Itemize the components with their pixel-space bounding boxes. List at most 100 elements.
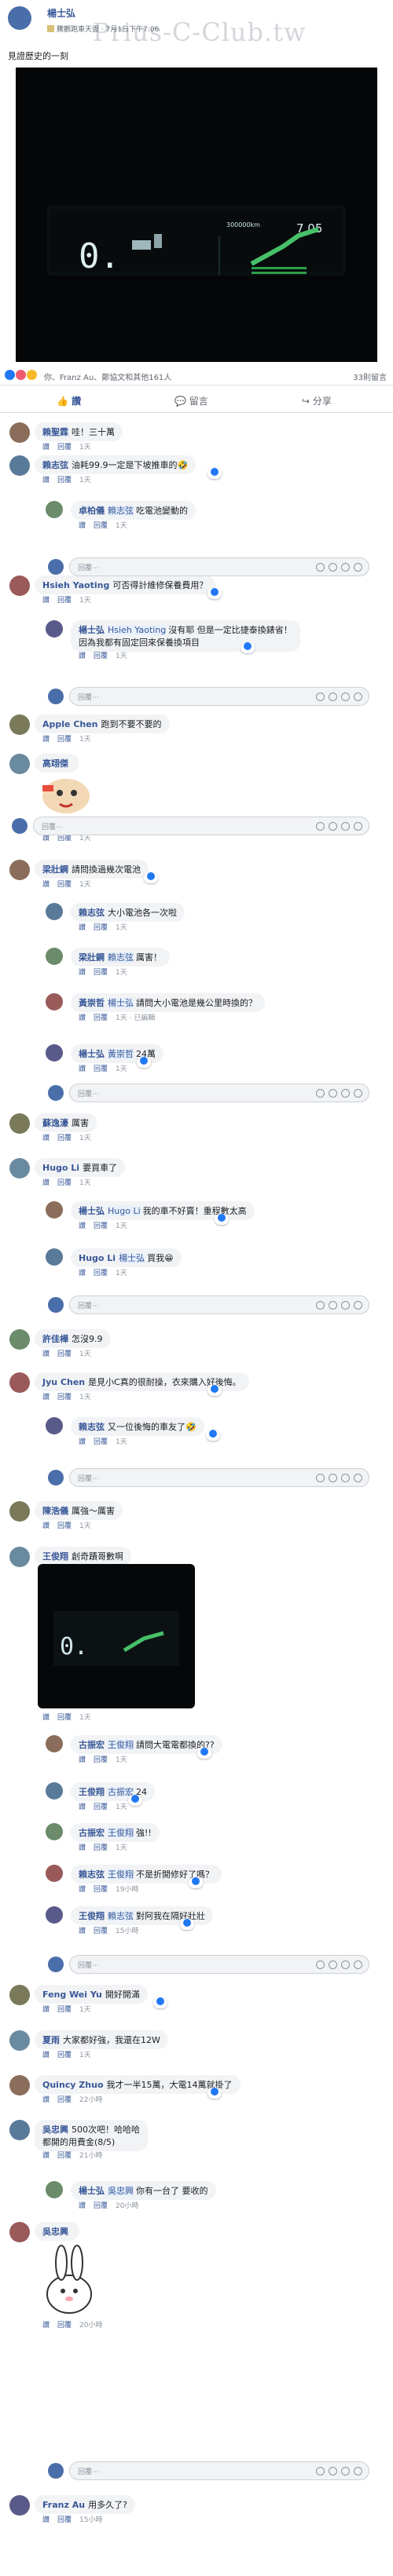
comment-reply-link[interactable]: 回覆 — [57, 1714, 72, 1722]
comment-reply-link[interactable]: 回覆 — [57, 1522, 72, 1530]
like-reaction-icon[interactable] — [5, 370, 15, 380]
post-group[interactable]: 騰觀跑車天雲 — [57, 26, 99, 34]
author-avatar[interactable] — [8, 6, 31, 30]
commenter-avatar[interactable] — [46, 501, 63, 518]
comment-reply-link[interactable]: 回覆 — [57, 1179, 72, 1187]
emoji-icon[interactable] — [354, 2467, 362, 2476]
comment-author[interactable]: Hugo Li — [42, 1163, 79, 1173]
comment-time[interactable]: 1天 — [116, 1222, 127, 1230]
commenter-avatar[interactable] — [9, 2495, 30, 2516]
comment-author[interactable]: Hsieh Yaoting — [42, 580, 109, 590]
commenter-avatar[interactable] — [46, 1906, 63, 1924]
comment-reply-link[interactable]: 回覆 — [94, 924, 108, 932]
reply-input[interactable]: 回覆⋯ — [48, 1955, 369, 1974]
comment-author[interactable]: 古振宏 — [79, 1828, 105, 1838]
commenter-avatar[interactable] — [9, 2075, 30, 2096]
comment-time[interactable]: 1天 — [79, 1394, 91, 1401]
comment-like-link[interactable]: 讚 — [79, 1886, 86, 1894]
comment-author[interactable]: 夏雨 — [42, 2035, 60, 2045]
comment-reply-link[interactable]: 回覆 — [94, 652, 108, 660]
comment-author[interactable]: 黃崇哲 — [79, 998, 105, 1008]
comment-reply-link[interactable]: 回覆 — [94, 1927, 108, 1935]
comment-author[interactable]: 賴志弦 — [79, 1422, 105, 1432]
commenter-avatar[interactable] — [9, 1158, 30, 1178]
comment-time[interactable]: 1天 — [116, 1844, 127, 1852]
comment-like-link[interactable]: 讚 — [79, 1803, 86, 1811]
comment-reply-link[interactable]: 回覆 — [57, 2152, 72, 2160]
comment-time[interactable]: 1天 — [79, 835, 91, 842]
reply-input[interactable]: 回覆⋯ — [48, 1295, 369, 1314]
gif-icon[interactable] — [329, 1960, 337, 1969]
comment-time[interactable]: 1天 — [79, 477, 91, 484]
reply-input[interactable]: 回覆⋯ — [48, 1468, 369, 1487]
love-reaction-icon[interactable] — [16, 370, 26, 380]
commenter-avatar[interactable] — [9, 754, 30, 774]
comment-like-link[interactable]: 讚 — [42, 2322, 50, 2329]
commenter-avatar[interactable] — [9, 2030, 30, 2051]
camera-icon[interactable] — [341, 563, 350, 572]
comment-time[interactable]: 1天 — [79, 597, 91, 605]
sticker-image[interactable] — [38, 771, 94, 821]
commenter-avatar[interactable] — [9, 1372, 30, 1393]
comment-time[interactable]: 21小時 — [79, 2152, 102, 2160]
commenter-avatar[interactable] — [46, 1201, 63, 1219]
post-photo[interactable]: 0. 300000km 7.05 — [16, 68, 377, 362]
comment-author[interactable]: 梁壯鋼 — [79, 952, 105, 963]
comment-reply-link[interactable]: 回覆 — [57, 1135, 72, 1142]
reaction-badge[interactable] — [144, 872, 158, 883]
comment-author[interactable]: 陳浩儀 — [42, 1506, 68, 1516]
comment-time[interactable]: 1天 — [79, 1179, 91, 1187]
comment-author[interactable]: 吳忠興 — [42, 2227, 68, 2237]
mention-tag[interactable]: 賴志弦 — [108, 506, 134, 516]
mention-tag[interactable]: 黃崇哲 — [108, 1049, 134, 1059]
reaction-badge[interactable] — [180, 1919, 194, 1930]
commenter-avatar[interactable] — [46, 1044, 63, 1061]
reaction-badge[interactable] — [215, 1214, 229, 1225]
comment-author[interactable]: Apple Chen — [42, 719, 98, 729]
comment-author[interactable]: Quincy Zhuo — [42, 2080, 104, 2090]
comment-time[interactable]: 1天 — [79, 444, 91, 451]
comment-like-link[interactable]: 讚 — [42, 1350, 50, 1358]
comment-reply-link[interactable]: 回覆 — [57, 835, 72, 842]
comment-like-link[interactable]: 讚 — [42, 736, 50, 744]
comment-time[interactable]: 1天 — [79, 2052, 91, 2059]
mention-tag[interactable]: 王俊翔 — [108, 1828, 134, 1838]
reaction-badge[interactable] — [208, 468, 222, 479]
comment-time[interactable]: 15小時 — [79, 2516, 102, 2524]
camera-icon[interactable] — [341, 2467, 350, 2476]
commenter-avatar[interactable] — [9, 1985, 30, 2005]
comment-time[interactable]: 1天 — [116, 1065, 127, 1073]
emoji-icon[interactable] — [354, 692, 362, 701]
gif-icon[interactable] — [329, 692, 337, 701]
reaction-badge[interactable] — [208, 1385, 222, 1396]
comment-like-link[interactable]: 讚 — [42, 1394, 50, 1401]
comment-time[interactable]: 1天 — [79, 736, 91, 744]
comment-like-link[interactable]: 讚 — [42, 1179, 50, 1187]
comment-like-link[interactable]: 讚 — [79, 2202, 86, 2210]
commenter-avatar[interactable] — [9, 1547, 30, 1567]
emoji-icon[interactable] — [354, 1301, 362, 1310]
comment-reply-link[interactable]: 回覆 — [57, 1394, 72, 1401]
comment-count[interactable]: 33則留言 — [353, 371, 387, 382]
comment-reply-link[interactable]: 回覆 — [57, 477, 72, 484]
comment-like-link[interactable]: 讚 — [79, 1844, 86, 1852]
commenter-avatar[interactable] — [9, 2120, 30, 2140]
comment-time[interactable]: 1天 — [116, 1270, 127, 1277]
comment-like-link[interactable]: 讚 — [79, 1270, 86, 1277]
comment-reply-link[interactable]: 回覆 — [94, 1222, 108, 1230]
comment-author[interactable]: 賴志弦 — [79, 908, 105, 918]
comment-author[interactable]: Jyu Chen — [42, 1377, 85, 1387]
mention-tag[interactable]: 賴志弦 — [108, 952, 134, 963]
commenter-avatar[interactable] — [9, 422, 30, 443]
gif-icon[interactable] — [329, 1089, 337, 1098]
commenter-avatar[interactable] — [9, 714, 30, 735]
camera-icon[interactable] — [341, 692, 350, 701]
comment-reply-link[interactable]: 回覆 — [57, 2052, 72, 2059]
comment-time[interactable]: 1天 — [79, 1522, 91, 1530]
comment-like-link[interactable]: 讚 — [79, 1222, 86, 1230]
sticker-icon[interactable] — [316, 822, 325, 831]
reaction-summary-text[interactable]: 你、Franz Au、鄭協文和其他161人 — [44, 371, 171, 382]
mention-tag[interactable]: 楊士弘 — [119, 1253, 145, 1263]
emoji-icon[interactable] — [354, 563, 362, 572]
commenter-avatar[interactable] — [9, 455, 30, 476]
